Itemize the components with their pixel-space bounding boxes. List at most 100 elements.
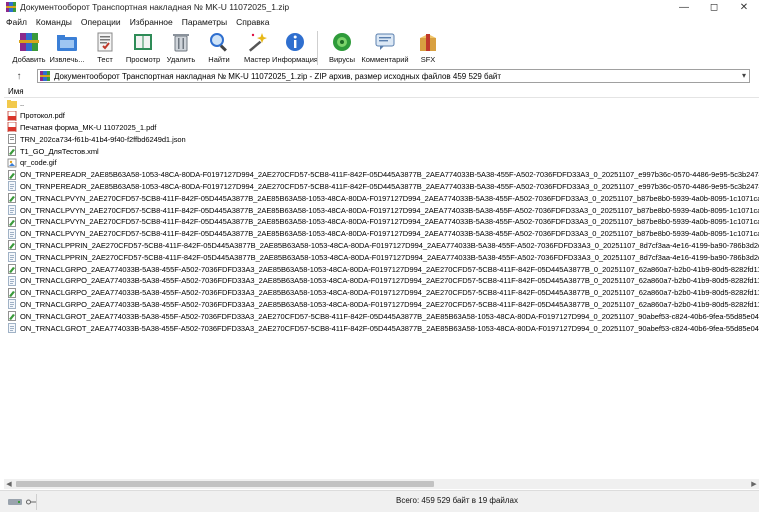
document-file-icon [8, 134, 16, 145]
close-icon: ✕ [739, 1, 749, 13]
bin-file-icon [8, 205, 16, 215]
scrollbar-thumb[interactable] [16, 481, 434, 487]
image-file-icon [7, 158, 17, 168]
test-label: Тест [97, 55, 113, 64]
toolbar-separator [317, 31, 318, 65]
up-folder-button[interactable]: ↑ [12, 69, 26, 83]
extract-button[interactable]: Извлечь... [48, 29, 86, 64]
trash-icon [173, 34, 189, 52]
file-row[interactable]: TRN_202ca734-f61b-41b4-9f40-f2ffbd6249d1… [4, 133, 759, 145]
sfx-box-icon [420, 34, 436, 51]
file-name: ON_TRNACLGROT_2AEA774033B-5A38-455F-A502… [20, 323, 759, 333]
file-row[interactable]: ON_TRNACLGRPO_2AEA774033B-5A38-455F-A502… [4, 287, 759, 299]
magnifier-icon [210, 33, 227, 52]
key-icon [26, 499, 36, 504]
file-name: ON_TRNACLGRPO_2AEA774033B-5A38-455F-A502… [20, 264, 759, 274]
view-book-icon [134, 34, 152, 50]
xml-file-icon [8, 169, 16, 180]
drive-icon [8, 498, 22, 505]
file-row[interactable]: ON_TRNACLPPRIN_2AE270CFD57-5CB8-411F-842… [4, 251, 759, 263]
file-row[interactable]: ON_TRNACLGRPO_2AEA774033B-5A38-455F-A502… [4, 299, 759, 311]
file-name: ON_TRNACLPPRIN_2AE270CFD57-5CB8-411F-842… [20, 240, 759, 250]
file-name: ON_TRNACLPVYN_2AE270CFD57-5CB8-411F-842F… [20, 229, 759, 239]
file-row[interactable]: ON_TRNACLPVYN_2AE270CFD57-5CB8-411F-842F… [4, 204, 759, 216]
view-button[interactable]: Просмотр [124, 29, 162, 64]
arrow-up-icon: ↑ [16, 70, 22, 82]
file-name: TRN_202ca734-f61b-41b4-9f40-f2ffbd6249d1… [20, 134, 186, 144]
bin-file-icon [8, 323, 16, 333]
scroll-right-icon[interactable]: ▶ [749, 479, 759, 489]
info-button[interactable]: Информация [272, 29, 318, 64]
archive-path-text: Документооборот Транспортная накладная №… [54, 71, 502, 81]
close-button[interactable]: ✕ [729, 0, 759, 14]
bin-file-icon [8, 275, 16, 286]
file-row[interactable]: ON_TRNACLPPRIN_2AE270CFD57-5CB8-411F-842… [4, 240, 759, 252]
books-add-icon [19, 33, 39, 51]
file-name: T1_GO_ДляТестов.xml [20, 146, 99, 156]
xml-file-icon [8, 264, 16, 274]
extract-label: Извлечь... [49, 55, 85, 64]
sfx-button[interactable]: SFX [409, 29, 447, 64]
menu-commands[interactable]: Команды [36, 17, 72, 27]
virus-scan-label: Вирусы [328, 55, 356, 64]
status-bar: Всего: 459 529 байт в 19 файлах [0, 490, 759, 512]
file-row[interactable]: qr_code.gif [4, 157, 759, 169]
file-row[interactable]: ON_TRNACLGROT_2AEA774033B-5A38-455F-A502… [4, 322, 759, 334]
menu-help[interactable]: Справка [236, 17, 269, 27]
file-row[interactable]: ON_TRNACLPVYN_2AE270CFD57-5CB8-411F-842F… [4, 228, 759, 240]
file-row[interactable]: ON_TRNACLPVYN_2AE270CFD57-5CB8-411F-842F… [4, 216, 759, 228]
chevron-down-icon[interactable]: ▾ [742, 71, 746, 80]
file-row[interactable]: ON_TRNPEREADR_2AE85B63A58-1053-48CA-80DA… [4, 169, 759, 181]
file-name: ON_TRNACLGRPO_2AEA774033B-5A38-455F-A502… [20, 276, 759, 286]
file-name: Протокол.pdf [20, 111, 65, 121]
column-header-name[interactable]: Имя [4, 87, 24, 96]
find-button[interactable]: Найти [200, 29, 238, 64]
file-name: ON_TRNACLPVYN_2AE270CFD57-5CB8-411F-842F… [20, 193, 759, 203]
file-row[interactable]: Печатная форма_MK-U 11072025_1.pdf [4, 122, 759, 134]
test-button[interactable]: Тест [86, 29, 124, 64]
file-row[interactable]: ON_TRNACLGROT_2AEA774033B-5A38-455F-A502… [4, 310, 759, 322]
column-header-row: Имя [4, 86, 759, 98]
menu-favorites[interactable]: Избранное [130, 17, 173, 27]
file-row[interactable]: ON_TRNACLPVYN_2AE270CFD57-5CB8-411F-842F… [4, 192, 759, 204]
file-row[interactable]: Протокол.pdf [4, 110, 759, 122]
file-name: ON_TRNACLPPRIN_2AE270CFD57-5CB8-411F-842… [20, 252, 759, 262]
status-summary: Всего: 459 529 байт в 19 файлах [396, 496, 518, 505]
virus-scan-button[interactable]: Вирусы [323, 29, 361, 64]
minimize-icon: — [679, 1, 689, 13]
status-separator [36, 494, 37, 510]
file-name: ON_TRNACLPVYN_2AE270CFD57-5CB8-411F-842F… [20, 205, 759, 215]
maximize-button[interactable]: ◻ [699, 0, 729, 14]
add-button[interactable]: Добавить [10, 29, 48, 64]
file-name: ON_TRNACLGROT_2AEA774033B-5A38-455F-A502… [20, 311, 759, 321]
virus-scan-icon [333, 33, 351, 51]
file-name: ON_TRNPEREADR_2AE85B63A58-1053-48CA-80DA… [20, 170, 759, 180]
menu-options[interactable]: Параметры [182, 17, 227, 27]
comment-button[interactable]: Комментарий [361, 29, 409, 64]
wizard-button[interactable]: Мастер [238, 29, 276, 64]
menu-operations[interactable]: Операции [81, 17, 121, 27]
winrar-app-icon [6, 2, 16, 12]
comment-icon [375, 33, 395, 50]
xml-file-icon [8, 287, 16, 298]
add-label: Добавить [12, 55, 46, 64]
file-row[interactable]: .. [4, 98, 759, 110]
menu-file[interactable]: Файл [6, 17, 27, 27]
file-row[interactable]: ON_TRNACLGRPO_2AEA774033B-5A38-455F-A502… [4, 263, 759, 275]
bin-file-icon [8, 228, 16, 239]
delete-label: Удалить [166, 55, 196, 64]
xml-file-icon [8, 146, 16, 156]
file-row[interactable]: ON_TRNACLGRPO_2AEA774033B-5A38-455F-A502… [4, 275, 759, 287]
scroll-left-icon[interactable]: ◀ [4, 479, 14, 489]
delete-button[interactable]: Удалить [162, 29, 200, 64]
wizard-wand-icon [248, 33, 267, 52]
file-row[interactable]: ON_TRNPEREADR_2AE85B63A58-1053-48CA-80DA… [4, 181, 759, 193]
file-row[interactable]: T1_GO_ДляТестов.xml [4, 145, 759, 157]
horizontal-scrollbar[interactable]: ◀ ▶ [4, 479, 759, 489]
file-name: ON_TRNACLPVYN_2AE270CFD57-5CB8-411F-842F… [20, 217, 759, 227]
file-name: qr_code.gif [20, 158, 57, 168]
pdf-file-icon [7, 122, 17, 133]
minimize-button[interactable]: — [669, 0, 699, 14]
archive-path-field[interactable]: Документооборот Транспортная накладная №… [37, 69, 750, 83]
file-list: Имя .. Протокол.pdf Печатная форма_MK-U 11… [4, 86, 759, 487]
